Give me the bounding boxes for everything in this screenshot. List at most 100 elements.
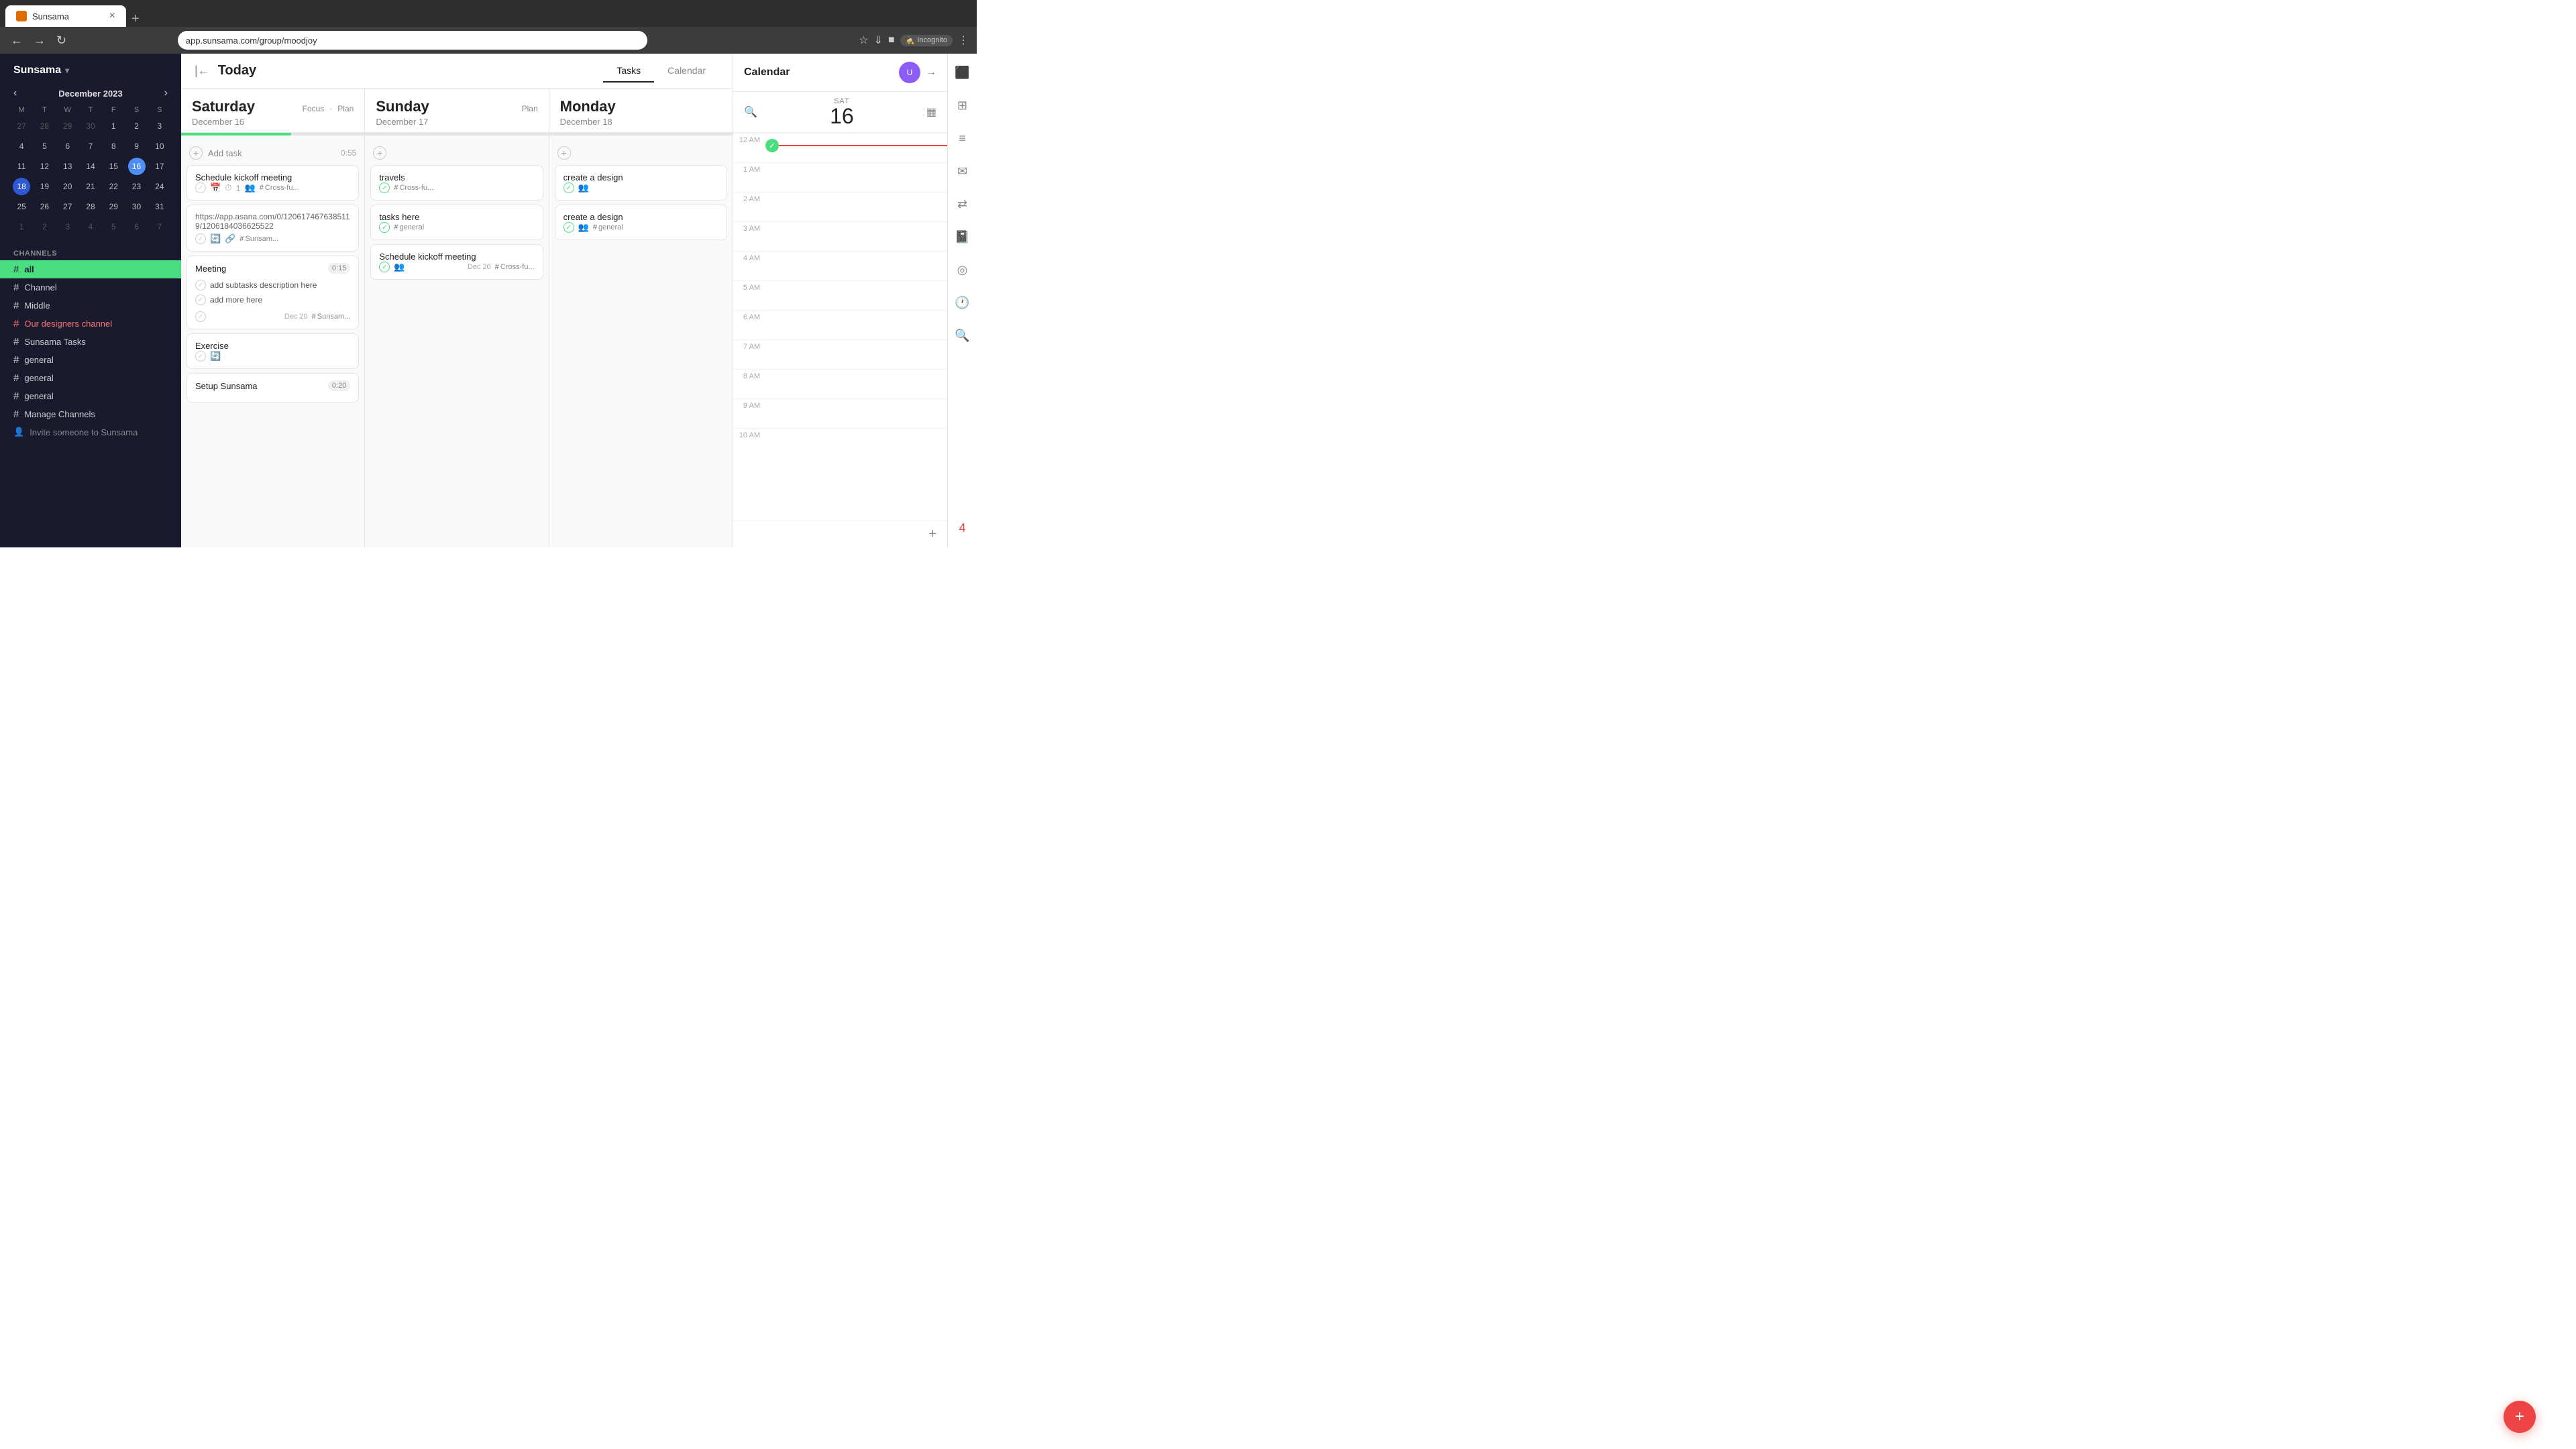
cal-day[interactable]: 20 xyxy=(59,178,76,195)
task-card-create-design-1[interactable]: create a design ✓ 👥 xyxy=(555,165,727,201)
tab-calendar[interactable]: Calendar xyxy=(654,60,719,83)
cal-day[interactable]: 11 xyxy=(13,158,30,175)
cal-day[interactable]: 23 xyxy=(128,178,146,195)
table-icon[interactable]: ≡ xyxy=(955,127,970,150)
cal-day-16[interactable]: 16 xyxy=(128,158,146,175)
cal-day[interactable]: 24 xyxy=(151,178,168,195)
plan-action[interactable]: Plan xyxy=(337,104,354,113)
grid-icon[interactable]: ⊞ xyxy=(953,95,971,117)
sidebar-item-middle[interactable]: # Middle xyxy=(0,297,181,315)
cal-day[interactable]: 1 xyxy=(13,218,30,235)
task-check-icon[interactable]: ✓ xyxy=(195,311,206,322)
sidebar-item-sunsama-tasks[interactable]: # Sunsama Tasks xyxy=(0,333,181,351)
task-check-done-icon[interactable]: ✓ xyxy=(564,182,574,193)
task-check-icon[interactable]: ✓ xyxy=(195,182,206,193)
subtask-check-icon[interactable]: ✓ xyxy=(195,280,206,290)
collapse-button[interactable]: |← xyxy=(195,64,210,78)
cal-day[interactable]: 27 xyxy=(59,198,76,215)
history-icon[interactable]: 🕐 xyxy=(951,292,973,314)
cal-next-button[interactable]: › xyxy=(164,87,168,99)
back-button[interactable]: ← xyxy=(8,31,25,50)
download-icon[interactable]: ⇓ xyxy=(874,34,883,47)
address-bar[interactable]: app.sunsama.com/group/moodjoy xyxy=(178,31,647,50)
cal-day[interactable]: 27 xyxy=(13,117,30,135)
add-task-plus-icon[interactable]: + xyxy=(373,146,386,160)
tab-tasks[interactable]: Tasks xyxy=(603,60,654,83)
task-card-create-design-2[interactable]: create a design ✓ 👥 #general xyxy=(555,205,727,240)
cal-day[interactable]: 19 xyxy=(36,178,53,195)
notebook-icon[interactable]: 📓 xyxy=(951,226,973,248)
cal-day[interactable]: 13 xyxy=(59,158,76,175)
cal-day[interactable]: 3 xyxy=(151,117,168,135)
notification-badge[interactable]: 4 xyxy=(955,517,969,539)
cal-day[interactable]: 26 xyxy=(36,198,53,215)
cal-day[interactable]: 6 xyxy=(59,138,76,155)
today-button[interactable]: Today xyxy=(218,63,256,78)
fab-button[interactable]: + xyxy=(2504,1401,2536,1433)
expand-icon[interactable]: → xyxy=(926,66,936,78)
cal-day[interactable]: 29 xyxy=(105,198,122,215)
cal-day[interactable]: 6 xyxy=(128,218,146,235)
sidebar-item-channel[interactable]: # Channel xyxy=(0,278,181,297)
cal-day[interactable]: 25 xyxy=(13,198,30,215)
cal-day[interactable]: 5 xyxy=(36,138,53,155)
add-task-plus-icon[interactable]: + xyxy=(557,146,571,160)
cal-day[interactable]: 4 xyxy=(13,138,30,155)
extensions-icon[interactable]: ■ xyxy=(888,34,895,46)
sidebar-item-general2[interactable]: # general xyxy=(0,369,181,387)
browser-tab-sunsama[interactable]: Sunsama × xyxy=(5,5,126,27)
add-task-row[interactable]: + xyxy=(555,141,727,165)
task-check-done-icon[interactable]: ✓ xyxy=(379,262,390,272)
new-tab-button[interactable]: + xyxy=(126,11,145,27)
cal-day[interactable]: 7 xyxy=(82,138,99,155)
sidebar-item-general3[interactable]: # general xyxy=(0,387,181,405)
cal-day[interactable]: 28 xyxy=(36,117,53,135)
cal-day[interactable]: 30 xyxy=(128,198,146,215)
cal-day[interactable]: 30 xyxy=(82,117,99,135)
cal-day-18-selected[interactable]: 18 xyxy=(13,178,30,195)
task-card-url[interactable]: https://app.asana.com/0/1206174676385119… xyxy=(186,205,359,252)
apps-icon[interactable]: ⬛ xyxy=(951,62,973,84)
task-card-travels[interactable]: travels ✓ #Cross-fu... xyxy=(370,165,543,201)
cal-day[interactable]: 5 xyxy=(105,218,122,235)
task-card-exercise[interactable]: Exercise ✓ 🔄 xyxy=(186,333,359,369)
cal-day[interactable]: 17 xyxy=(151,158,168,175)
cal-day[interactable]: 4 xyxy=(82,218,99,235)
tab-close-button[interactable]: × xyxy=(109,10,115,22)
menu-icon[interactable]: ⋮ xyxy=(958,34,969,47)
cal-day[interactable]: 29 xyxy=(59,117,76,135)
cal-day[interactable]: 8 xyxy=(105,138,122,155)
task-card-schedule-kickoff-sunday[interactable]: Schedule kickoff meeting ✓ 👥 Dec 20 #Cro… xyxy=(370,244,543,280)
bookmark-icon[interactable]: ☆ xyxy=(859,34,868,47)
task-check-done-icon[interactable]: ✓ xyxy=(379,182,390,193)
add-event-button[interactable]: + xyxy=(928,527,936,542)
sidebar-item-manage[interactable]: # Manage Channels xyxy=(0,405,181,423)
cal-day[interactable]: 3 xyxy=(59,218,76,235)
cal-day[interactable]: 2 xyxy=(128,117,146,135)
cal-day[interactable]: 2 xyxy=(36,218,53,235)
refresh-icon[interactable]: ⇄ xyxy=(953,193,971,215)
cal-day[interactable]: 14 xyxy=(82,158,99,175)
task-check-done-icon[interactable]: ✓ xyxy=(564,222,574,233)
location-icon[interactable]: ◎ xyxy=(953,259,972,281)
sidebar-item-designers[interactable]: # Our designers channel xyxy=(0,315,181,333)
cal-day[interactable]: 1 xyxy=(105,117,122,135)
task-card-tasks-here[interactable]: tasks here ✓ #general xyxy=(370,205,543,240)
task-check-icon[interactable]: ✓ xyxy=(195,351,206,362)
task-card-setup-sunsama[interactable]: Setup Sunsama 0:20 xyxy=(186,373,359,402)
email-icon[interactable]: ✉ xyxy=(953,160,971,182)
add-task-plus-icon[interactable]: + xyxy=(189,146,203,160)
invite-item[interactable]: 👤 Invite someone to Sunsama xyxy=(0,423,181,441)
task-check-icon[interactable]: ✓ xyxy=(195,233,206,244)
sidebar-item-all[interactable]: # all xyxy=(0,260,181,278)
cal-day[interactable]: 15 xyxy=(105,158,122,175)
cal-day[interactable]: 10 xyxy=(151,138,168,155)
subtask-check-icon[interactable]: ✓ xyxy=(195,294,206,305)
cal-day[interactable]: 21 xyxy=(82,178,99,195)
task-card-meeting[interactable]: Meeting 0:15 ✓ add subtasks description … xyxy=(186,256,359,329)
plan-action[interactable]: Plan xyxy=(522,104,538,113)
cal-day[interactable]: 12 xyxy=(36,158,53,175)
cal-day[interactable]: 9 xyxy=(128,138,146,155)
cal-day[interactable]: 7 xyxy=(151,218,168,235)
forward-button[interactable]: → xyxy=(31,31,48,50)
